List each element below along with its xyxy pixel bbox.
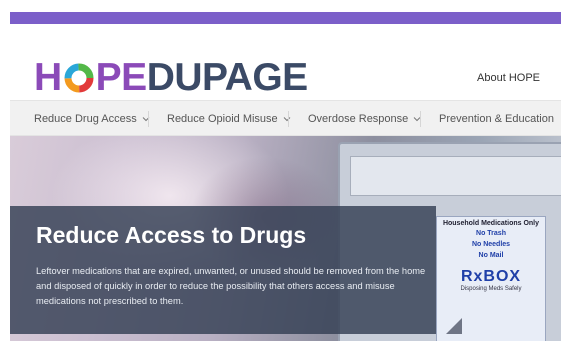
logo-text-dupage: DUPAGE [146,56,308,99]
site-logo[interactable]: H PE DUPAGE [34,58,308,98]
rxbox-logo: RxBOX [460,268,522,285]
hero-title: Reduce Access to Drugs [36,222,307,248]
nav-divider [148,111,149,127]
nav-item-label: Reduce Drug Access [34,113,137,125]
sign-heading: Household Medications Only [442,220,540,227]
top-color-band [10,12,561,24]
hero-caption-panel: Reduce Access to Drugs Leftover medicati… [10,206,436,334]
rxbox-tagline: Disposing Meds Safely [460,286,522,292]
nav-item-reduce-drug-access[interactable]: Reduce Drug Access [34,101,150,137]
logo-text-h: H [34,56,62,99]
logo-ring-icon [64,63,94,93]
about-hope-link[interactable]: About HOPE [477,72,540,84]
nav-item-label: Reduce Opioid Misuse [167,113,278,125]
page: H PE DUPAGE About HOPE Reduce Drug Acces… [10,12,561,341]
nav-item-overdose-response[interactable]: Overdose Response [308,101,421,137]
site-header: H PE DUPAGE About HOPE [10,24,561,112]
main-nav: Reduce Drug Access Reduce Opioid Misuse … [10,100,561,136]
sign-line: No Needles [471,241,511,248]
drop-box-slot [350,156,561,196]
sign-line: No Trash [476,230,506,237]
chevron-down-icon [283,117,291,122]
logo-text-pe: PE [95,56,148,99]
nav-divider [288,111,289,127]
nav-divider [420,111,421,127]
hero-description: Leftover medications that are expired, u… [36,266,426,306]
nav-item-label: Prevention & Education [439,113,554,125]
nav-item-reduce-opioid-misuse[interactable]: Reduce Opioid Misuse [167,101,291,137]
hero-banner: Household Medications Only No Trash No N… [10,136,561,341]
nav-item-prevention-education[interactable]: Prevention & Education [439,101,554,137]
sign-line: No Mail [478,252,504,259]
resize-corner-icon [446,318,462,334]
nav-item-label: Overdose Response [308,113,409,125]
